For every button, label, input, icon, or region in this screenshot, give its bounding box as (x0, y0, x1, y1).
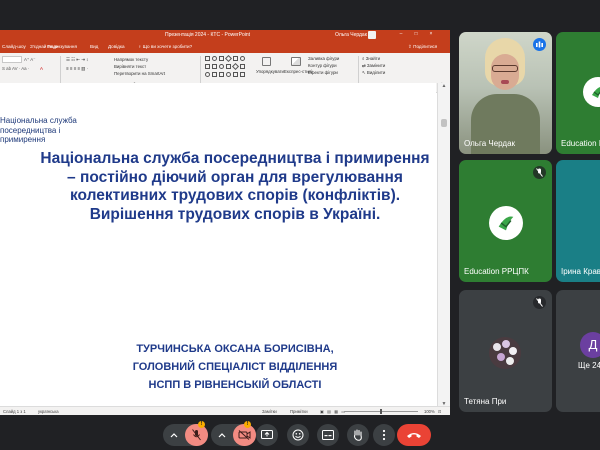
author-line: ГОЛОВНИЙ СПЕЦІАЛІСТ ВІДДІЛЕННЯ (132, 361, 338, 373)
minimize-icon[interactable]: – (398, 32, 404, 37)
warning-badge-icon: ! (244, 421, 251, 428)
chevron-up-icon[interactable] (170, 432, 178, 438)
mic-off-icon (192, 429, 201, 441)
close-icon[interactable]: × (428, 32, 434, 37)
find-button[interactable]: ⌕ Знайти (362, 56, 380, 61)
comments-button[interactable]: Примітки (290, 409, 308, 414)
slide-scrollbar[interactable]: ▲ ▼ (437, 83, 450, 413)
status-language: українська (38, 409, 59, 414)
smartart[interactable]: Перетворити на SmartArt (114, 71, 165, 76)
select-button[interactable]: ↖ Виділити (362, 70, 385, 76)
ppt-user-avatar[interactable] (368, 31, 376, 39)
ppt-user-name: Ольга Чердак (335, 32, 367, 38)
hang-up-icon (407, 433, 421, 438)
font-size-box[interactable] (2, 56, 22, 63)
slide-canvas[interactable]: Національна служба посередництва і прими… (0, 83, 436, 415)
mic-off-icon (533, 296, 546, 309)
education-logo-icon (583, 77, 600, 107)
participant-tile[interactable]: Education I (556, 32, 600, 154)
participant-name: Education РРЦПК (464, 267, 529, 276)
slide-author[interactable]: ТУРЧИНСЬКА ОКСАНА БОРИСІВНА, ГОЛОВНИЙ СП… (40, 340, 430, 394)
participant-name: Education I (561, 139, 600, 148)
ppt-menu: Слайд-шоу З'єднай сюди Рецензування Вид … (0, 40, 450, 93)
author-line: ТУРЧИНСЬКА ОКСАНА БОРИСІВНА, (136, 343, 334, 355)
font-color-icon[interactable]: A (40, 66, 43, 71)
warning-badge-icon: ! (198, 421, 205, 428)
captions-button[interactable] (317, 424, 339, 446)
leave-call-button[interactable] (397, 424, 431, 446)
tab-slideshow[interactable]: Слайд-шоу (2, 44, 26, 49)
grow-font-icon[interactable]: A⁺ A⁻ (24, 57, 35, 63)
font-format-icons[interactable]: S ab AV · Aa · (2, 66, 29, 71)
participant-name: Тетяна При (464, 397, 507, 406)
participant-name: Ірина Крав (561, 267, 600, 276)
more-options-button[interactable] (373, 424, 395, 446)
emoji-icon (292, 429, 304, 441)
emoji-button[interactable] (287, 424, 309, 446)
tab-review-2[interactable]: Рецензування (47, 44, 77, 49)
scroll-thumb[interactable] (441, 119, 447, 127)
participant-tile[interactable]: Ольга Чердак (459, 32, 552, 154)
shape-effects[interactable]: Ефекти фігури (308, 70, 338, 75)
meet-window: Презентація 2024 - КТС - PowerPoint Ольг… (0, 0, 600, 450)
mic-off-button[interactable] (185, 424, 208, 446)
tell-me-search[interactable]: ♀ Що ви хочете зробити? (138, 44, 192, 49)
more-participants-label: Ще 24 (578, 361, 600, 370)
education-logo-icon (489, 206, 523, 240)
mic-off-icon (533, 166, 546, 179)
text-direction[interactable]: Напрямок тексту (114, 57, 148, 62)
ppt-window-title: Презентація 2024 - КТС - PowerPoint (165, 32, 251, 38)
ppt-tabs: Слайд-шоу З'єднай сюди Рецензування Вид … (0, 42, 450, 53)
share-button[interactable]: ⇪ Поділитися (408, 44, 437, 50)
participant-name: Ольга Чердак (464, 139, 516, 148)
raise-hand-icon (353, 429, 362, 441)
mic-toggle[interactable]: ! (163, 421, 208, 446)
participant-initial: Д (580, 332, 600, 358)
present-icon (261, 430, 273, 439)
present-button[interactable] (256, 424, 278, 446)
tab-view[interactable]: Вид (90, 44, 98, 49)
align-icons[interactable]: ≡ ≡ ≡ ≡ ▥ · (66, 66, 88, 72)
more-participants-tile[interactable]: Д Ще 24 (556, 290, 600, 412)
share-label: Поділитися (413, 44, 438, 49)
shape-outline[interactable]: Контур фігури (308, 63, 337, 68)
shapes-gallery[interactable] (205, 54, 253, 80)
speaking-indicator-icon (533, 38, 546, 51)
tab-help[interactable]: Довідка (108, 44, 125, 49)
raise-hand-button[interactable] (347, 424, 369, 446)
captions-icon (322, 430, 334, 440)
quick-styles-icon[interactable] (291, 57, 301, 66)
arrange-label[interactable]: Упорядкувати (256, 69, 284, 74)
shape-fill[interactable]: Заливка фігури (308, 56, 339, 61)
camera-off-icon (238, 430, 251, 440)
scroll-up-icon[interactable]: ▲ (441, 83, 447, 89)
tell-me-label: Що ви хочете зробити? (142, 44, 193, 49)
maximize-icon[interactable]: □ (413, 32, 419, 37)
align-text[interactable]: Вирівняти текст (114, 64, 146, 69)
participant-avatar (489, 337, 521, 369)
shared-screen: Презентація 2024 - КТС - PowerPoint Ольг… (0, 30, 450, 415)
more-vert-icon (382, 429, 386, 441)
slide-logo-text: Національна служба посередництва і прими… (0, 116, 77, 144)
camera-toggle[interactable]: ! (211, 421, 256, 446)
author-line: НСПП В РІВНЕНСЬКІЙ ОБЛАСТІ (148, 379, 322, 391)
replace-button[interactable]: ⇄ Замінити (362, 63, 385, 69)
arrange-icon[interactable] (262, 57, 271, 66)
list-icons[interactable]: ☰ ☷ ⇤ ⇥ ↕ (66, 57, 88, 63)
chevron-up-icon[interactable] (218, 432, 226, 438)
zoom-level[interactable]: 100% (424, 409, 435, 414)
notes-button[interactable]: Замітки (262, 409, 277, 414)
participant-tile[interactable]: Тетяна При (459, 290, 552, 412)
participant-tile[interactable]: Ірина Крав (556, 160, 600, 282)
fit-slide-icon[interactable]: ⊡ (438, 409, 442, 414)
status-slide: Слайд 1 з 1 (3, 409, 26, 414)
ppt-title-bar: Презентація 2024 - КТС - PowerPoint Ольг… (0, 30, 450, 40)
ppt-status-bar: Слайд 1 з 1 українська Замітки Примітки … (0, 406, 450, 415)
zoom-slider-thumb[interactable] (380, 409, 382, 414)
slide-title[interactable]: Національна служба посередництва і прими… (40, 150, 430, 224)
view-buttons[interactable]: ▣ ▤ ▦ ▭ (320, 409, 346, 414)
participant-tile[interactable]: Education РРЦПК (459, 160, 552, 282)
